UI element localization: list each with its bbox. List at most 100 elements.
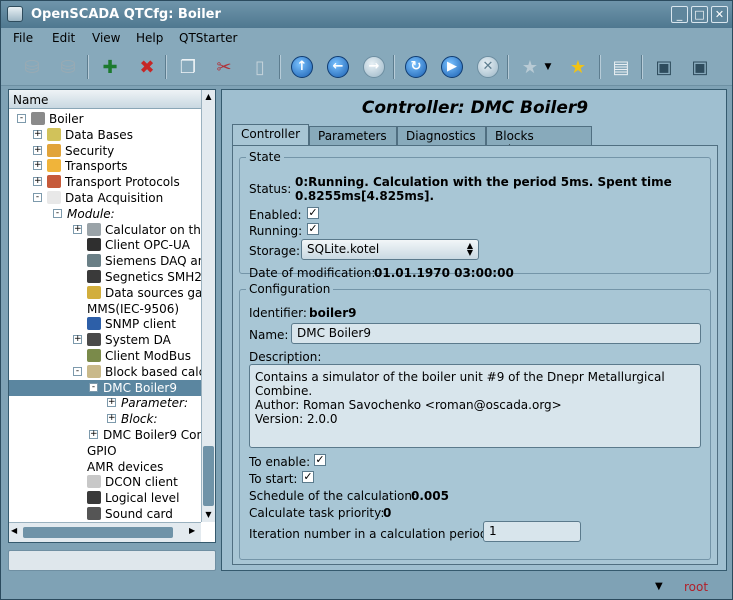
to-enable-checkbox[interactable]: ✓ bbox=[314, 454, 326, 466]
user-label[interactable]: root bbox=[684, 580, 708, 594]
tree-horizontal-scrollbar[interactable]: ◀ ▶ bbox=[9, 522, 201, 542]
tab-blocks-scheme[interactable]: Blocks scheme bbox=[486, 126, 592, 157]
tree-header[interactable]: Name bbox=[9, 90, 201, 109]
hscroll-thumb[interactable] bbox=[23, 527, 173, 538]
expand-icon[interactable]: + bbox=[33, 177, 42, 187]
title-bar[interactable]: OpenSCADA QTCfg: Boiler _ □ ✕ bbox=[1, 1, 732, 28]
forward-icon[interactable]: → bbox=[361, 54, 387, 80]
tree-item[interactable]: GPIO bbox=[9, 443, 201, 459]
collapse-icon[interactable]: - bbox=[89, 382, 98, 392]
favorites-icon[interactable]: ★ bbox=[517, 54, 543, 80]
tree-item[interactable]: + DMC Boiler9 Con bbox=[9, 427, 201, 443]
start-icon[interactable]: ▶ bbox=[439, 54, 465, 80]
expand-icon[interactable]: + bbox=[73, 224, 82, 234]
db-load-icon[interactable]: ⛁ bbox=[19, 54, 45, 80]
add-favorite-icon[interactable]: ★ bbox=[565, 54, 591, 80]
back-icon[interactable]: ← bbox=[325, 54, 351, 80]
tree-item[interactable]: + Parameter: bbox=[9, 395, 201, 411]
tree-item[interactable]: + Calculator on the bbox=[9, 222, 201, 238]
content-pane: Controller: DMC Boiler9 Controller Param… bbox=[221, 89, 727, 571]
tree-item[interactable]: - Data Acquisition bbox=[9, 190, 201, 206]
navigation-tree[interactable]: - Boiler + Data Bases + Security + Transports + T… bbox=[9, 110, 201, 522]
tree-node-icon bbox=[87, 222, 101, 236]
scroll-down-icon[interactable]: ▼ bbox=[203, 508, 214, 521]
to-start-checkbox[interactable]: ✓ bbox=[302, 471, 314, 483]
menu-file[interactable]: File bbox=[13, 31, 33, 45]
enabled-checkbox[interactable]: ✓ bbox=[307, 207, 319, 219]
tab-controller[interactable]: Controller bbox=[232, 124, 309, 146]
db-save-icon[interactable]: ⛁ bbox=[55, 54, 81, 80]
tree-item[interactable]: Client OPC-UA bbox=[9, 237, 201, 253]
tree-item[interactable]: + System DA bbox=[9, 332, 201, 348]
tree-item-label: Segnetics SMH2( bbox=[105, 270, 201, 284]
expand-icon[interactable]: + bbox=[33, 145, 42, 155]
menu-qtstarter[interactable]: QTStarter bbox=[179, 31, 237, 45]
expand-icon[interactable]: + bbox=[73, 335, 82, 345]
dropdown-arrow-icon[interactable]: ▼ bbox=[655, 581, 663, 592]
name-field[interactable]: DMC Boiler9 bbox=[291, 323, 701, 344]
tree-item[interactable]: + Data Bases bbox=[9, 127, 201, 143]
favorites-menu-icon[interactable]: ▼ bbox=[541, 54, 555, 80]
tab-parameters[interactable]: Parameters bbox=[309, 126, 397, 145]
maximize-button[interactable]: □ bbox=[691, 6, 708, 23]
minimize-button[interactable]: _ bbox=[671, 6, 688, 23]
tree-node-icon bbox=[87, 333, 101, 347]
station2-icon[interactable]: ▣ bbox=[687, 54, 713, 80]
scroll-up-icon[interactable]: ▲ bbox=[203, 90, 214, 103]
cut-icon[interactable]: ✂ bbox=[211, 54, 237, 80]
identifier-value: boiler9 bbox=[309, 306, 357, 320]
menu-edit[interactable]: Edit bbox=[52, 31, 75, 45]
expand-icon[interactable]: + bbox=[89, 430, 98, 439]
menu-help[interactable]: Help bbox=[136, 31, 163, 45]
collapse-icon[interactable]: - bbox=[73, 366, 82, 376]
tree-item[interactable]: Data sources gat bbox=[9, 285, 201, 301]
tree-item[interactable]: - Module: bbox=[9, 206, 201, 222]
tree-item[interactable]: - Block based calc bbox=[9, 364, 201, 380]
tab-diagnostics[interactable]: Diagnostics bbox=[397, 126, 486, 145]
tree-item[interactable]: + Block: bbox=[9, 411, 201, 427]
expand-icon[interactable]: + bbox=[107, 414, 116, 424]
tree-search-box[interactable] bbox=[8, 550, 216, 571]
menu-view[interactable]: View bbox=[92, 31, 120, 45]
tree-item[interactable]: AMR devices bbox=[9, 459, 201, 475]
delete-item-icon[interactable]: ✖ bbox=[134, 54, 160, 80]
tree-item[interactable]: - Boiler bbox=[9, 111, 201, 127]
tree-vertical-scrollbar[interactable]: ▲ ▼ bbox=[201, 90, 215, 522]
tree-item[interactable]: DCON client bbox=[9, 474, 201, 490]
add-item-icon[interactable]: ✚ bbox=[97, 54, 123, 80]
tree-item[interactable]: Client ModBus bbox=[9, 348, 201, 364]
expand-icon[interactable]: + bbox=[107, 398, 116, 408]
tree-item[interactable]: MMS(IEC-9506) bbox=[9, 301, 201, 317]
expand-icon[interactable]: + bbox=[33, 161, 42, 171]
expand-icon[interactable]: + bbox=[33, 129, 42, 139]
storage-select[interactable]: SQLite.kotel ▲ ▼ bbox=[301, 239, 479, 260]
tree-item[interactable]: + Transport Protocols bbox=[9, 174, 201, 190]
stop-icon[interactable]: ✕ bbox=[475, 54, 501, 80]
tree-item[interactable]: Segnetics SMH2( bbox=[9, 269, 201, 285]
iteration-field[interactable]: 1 bbox=[483, 521, 581, 542]
manual-icon[interactable]: ▤ bbox=[608, 54, 634, 80]
refresh-icon[interactable]: ↻ bbox=[403, 54, 429, 80]
scroll-left-icon[interactable]: ◀ bbox=[11, 526, 17, 535]
tree-item[interactable]: Sound card bbox=[9, 506, 201, 522]
description-textarea[interactable]: Contains a simulator of the boiler unit … bbox=[249, 364, 701, 448]
tree-item[interactable]: + Transports bbox=[9, 158, 201, 174]
tree-item[interactable]: Logical level bbox=[9, 490, 201, 506]
tree-item[interactable]: SNMP client bbox=[9, 316, 201, 332]
scroll-right-icon[interactable]: ▶ bbox=[189, 526, 195, 535]
collapse-icon[interactable]: - bbox=[53, 208, 62, 218]
up-icon[interactable]: ↑ bbox=[289, 54, 315, 80]
copy-icon[interactable]: ❐ bbox=[175, 54, 201, 80]
collapse-icon[interactable]: - bbox=[33, 193, 42, 202]
scroll-thumb[interactable] bbox=[203, 446, 214, 506]
tree-item[interactable]: Siemens DAQ an bbox=[9, 253, 201, 269]
paste-icon[interactable]: ▯ bbox=[247, 54, 273, 80]
tree-item[interactable]: + Security bbox=[9, 143, 201, 159]
iteration-label: Iteration number in a calculation period… bbox=[249, 527, 492, 541]
running-checkbox[interactable]: ✓ bbox=[307, 223, 319, 235]
station-icon[interactable]: ▣ bbox=[651, 54, 677, 80]
tree-item-selected[interactable]: - DMC Boiler9 bbox=[9, 379, 201, 396]
collapse-icon[interactable]: - bbox=[17, 114, 26, 123]
close-button[interactable]: ✕ bbox=[711, 6, 728, 23]
status-bar: ▼ root bbox=[1, 576, 732, 599]
